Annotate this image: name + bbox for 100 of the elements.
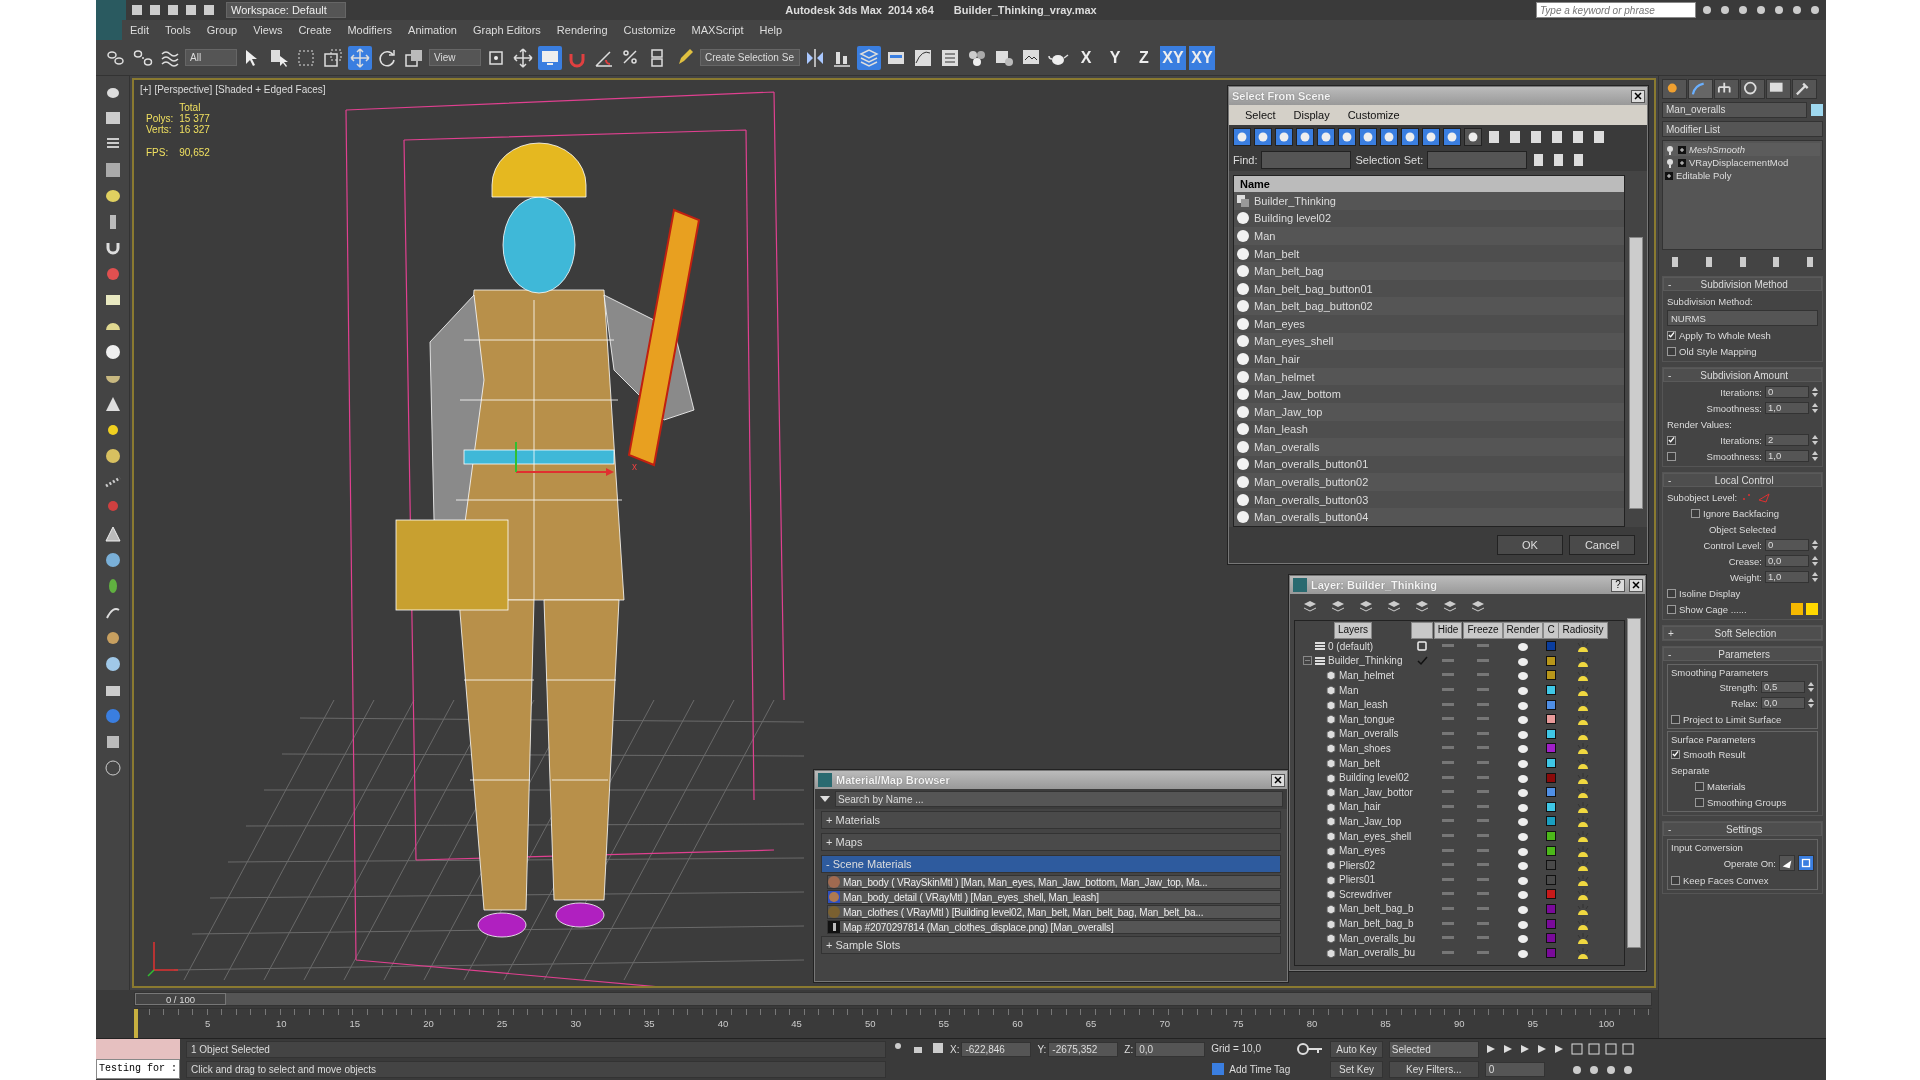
object-name-field[interactable]: Man_overalls xyxy=(1662,102,1807,118)
object-name[interactable]: Man_belt xyxy=(1339,757,1381,769)
rollout-header[interactable]: - Local Control xyxy=(1663,473,1822,487)
object-name[interactable]: Man_Jaw_top xyxy=(1339,815,1402,827)
spinner-field[interactable]: 0,0 xyxy=(1761,697,1805,709)
spinner-field[interactable]: 0,5 xyxy=(1761,681,1805,693)
object-name[interactable]: Man_Jaw_bottor xyxy=(1339,786,1413,798)
auto-key-button[interactable]: Auto Key xyxy=(1330,1040,1383,1058)
column-header[interactable]: Hide xyxy=(1433,621,1463,639)
rollout-header[interactable]: - Settings xyxy=(1663,822,1822,836)
menu-item[interactable]: Select xyxy=(1245,109,1276,121)
object-name[interactable]: Screwdriver xyxy=(1339,888,1392,900)
spinner-field[interactable]: 0,0 xyxy=(1765,555,1809,567)
object-name[interactable]: Pliers02 xyxy=(1339,859,1376,871)
help-button[interactable]: ? xyxy=(1611,578,1625,592)
menu-item[interactable]: Edit xyxy=(122,24,157,36)
workspace-dropdown[interactable]: Workspace: Default xyxy=(226,2,346,18)
rollout-header[interactable]: - Subdivision Amount xyxy=(1663,368,1822,382)
menu-item[interactable]: Animation xyxy=(400,24,465,36)
key-mode-dropdown[interactable]: Selected xyxy=(1388,1040,1479,1058)
search-field[interactable]: Type a keyword or phrase xyxy=(1536,2,1696,18)
list-item[interactable]: Man_belt_bag_button02 xyxy=(1254,300,1373,313)
object-name[interactable]: Man_overalls_bu xyxy=(1339,932,1416,944)
list-item[interactable]: Builder_Thinking xyxy=(1254,194,1336,207)
menu-item[interactable]: Customize xyxy=(615,24,684,36)
script-output-field[interactable]: Testing for : xyxy=(96,1059,180,1079)
menu-item[interactable]: Create xyxy=(290,24,340,36)
coordinate-field[interactable]: -2675,352 xyxy=(1048,1042,1119,1057)
spinner-field[interactable]: 1,0 xyxy=(1765,402,1809,414)
menu-item[interactable]: Display xyxy=(1293,109,1330,121)
list-item[interactable]: Man_helmet xyxy=(1254,370,1315,383)
menu-item[interactable]: Customize xyxy=(1347,109,1400,121)
list-item[interactable]: Building level02 xyxy=(1254,212,1332,225)
frame-field[interactable]: 0 xyxy=(1484,1061,1545,1077)
coordinate-field[interactable]: 0,0 xyxy=(1135,1042,1206,1057)
object-name[interactable]: Man_eyes xyxy=(1339,845,1386,857)
list-item[interactable]: Man_overalls_button02 xyxy=(1254,476,1369,489)
menu-item[interactable]: Group xyxy=(198,24,246,36)
dropdown[interactable]: NURMS xyxy=(1667,310,1818,326)
axis-constraint-button[interactable]: Y xyxy=(1102,45,1128,70)
rollout-header[interactable]: - Parameters xyxy=(1663,647,1822,661)
spinner-field[interactable]: 2 xyxy=(1765,434,1809,446)
toolbar-dropdown[interactable]: Create Selection Se xyxy=(700,49,800,66)
object-name[interactable]: Man_belt_bag_b xyxy=(1339,903,1414,915)
add-time-tag-link[interactable]: Add Time Tag xyxy=(1229,1063,1291,1075)
menu-item[interactable]: Rendering xyxy=(548,24,616,36)
list-item[interactable]: Man_leash xyxy=(1254,423,1308,436)
list-item[interactable]: Man_Jaw_bottom xyxy=(1254,388,1341,401)
column-header[interactable]: Render xyxy=(1502,621,1544,639)
modifier-stack-item[interactable]: VRayDisplacementMod xyxy=(1689,157,1789,168)
menu-item[interactable]: Help xyxy=(751,24,791,36)
category-header[interactable]: - Scene Materials xyxy=(821,855,1281,873)
menu-item[interactable]: MAXScript xyxy=(683,24,752,36)
category-header[interactable]: + Sample Slots xyxy=(821,936,1281,954)
list-item[interactable]: Man xyxy=(1254,229,1276,242)
column-header[interactable]: Name xyxy=(1234,176,1624,192)
menu-item[interactable]: Modifiers xyxy=(339,24,401,36)
column-header[interactable]: C xyxy=(1543,621,1559,639)
viewport-label[interactable]: [Perspective] xyxy=(154,84,213,95)
material-item[interactable]: Man_body ( VRaySkinMtl ) [Man, Man_eyes, Man_Jaw_bottom, Man_Jaw_top, Ma... xyxy=(827,875,1281,889)
material-item[interactable]: Man_body_detail ( VRayMtl ) [Man_eyes_shell, Man_leash] xyxy=(827,890,1281,904)
modifier-list-dropdown[interactable]: Modifier List xyxy=(1662,121,1823,137)
column-header[interactable]: Freeze xyxy=(1463,621,1503,639)
rollout-header[interactable]: - Subdivision Method xyxy=(1663,277,1822,291)
column-header[interactable]: Radiosity xyxy=(1558,621,1608,639)
menu-item[interactable]: Tools xyxy=(156,24,199,36)
key-filters-button[interactable]: Key Filters... xyxy=(1388,1061,1479,1079)
category-header[interactable]: + Materials xyxy=(821,811,1281,829)
search-field[interactable]: Search by Name ... xyxy=(835,791,1283,807)
axis-constraint-button[interactable]: Z xyxy=(1131,45,1157,70)
list-item[interactable]: Man_belt_bag xyxy=(1254,265,1324,278)
object-name[interactable]: Man_belt_bag_b xyxy=(1339,918,1414,930)
object-name[interactable]: Man_hair xyxy=(1339,801,1381,813)
object-name[interactable]: Man_overalls_bu xyxy=(1339,947,1416,959)
modifier-stack-item[interactable]: Editable Poly xyxy=(1676,170,1732,181)
object-name[interactable]: Man_helmet xyxy=(1339,670,1395,681)
list-item[interactable]: Man_eyes xyxy=(1254,317,1305,330)
axis-constraint-button[interactable]: X xyxy=(1073,45,1099,70)
layer-name[interactable]: Builder_Thinking xyxy=(1328,655,1403,667)
spinner-field[interactable]: 0 xyxy=(1765,539,1809,551)
object-name[interactable]: Man_overalls xyxy=(1339,728,1399,740)
object-name[interactable]: Man_shoes xyxy=(1339,742,1391,754)
dialog-button[interactable]: Cancel xyxy=(1569,535,1635,555)
dialog-button[interactable]: OK xyxy=(1497,535,1563,555)
list-item[interactable]: Man_overalls xyxy=(1254,440,1320,453)
material-item[interactable]: Map #2070297814 (Man_clothes_displace.png) [Man_overalls] xyxy=(827,920,1281,934)
object-name[interactable]: Building level02 xyxy=(1339,772,1410,784)
toolbar-dropdown[interactable]: View xyxy=(429,49,481,66)
list-item[interactable]: Man_eyes_shell xyxy=(1254,335,1334,348)
list-item[interactable]: Man_hair xyxy=(1254,353,1300,365)
spinner-field[interactable]: 1,0 xyxy=(1765,450,1809,462)
menu-item[interactable]: Graph Editors xyxy=(464,24,549,36)
object-name[interactable]: Man xyxy=(1339,684,1359,696)
coordinate-field[interactable]: -622,846 xyxy=(961,1042,1032,1057)
spinner-field[interactable]: 0 xyxy=(1765,386,1809,398)
category-header[interactable]: + Maps xyxy=(821,833,1281,851)
list-item[interactable]: Man_belt xyxy=(1254,247,1300,260)
spinner-field[interactable]: 1,0 xyxy=(1765,571,1809,583)
time-slider[interactable]: 0 / 100 xyxy=(135,993,226,1005)
object-name[interactable]: Man_leash xyxy=(1339,699,1388,711)
